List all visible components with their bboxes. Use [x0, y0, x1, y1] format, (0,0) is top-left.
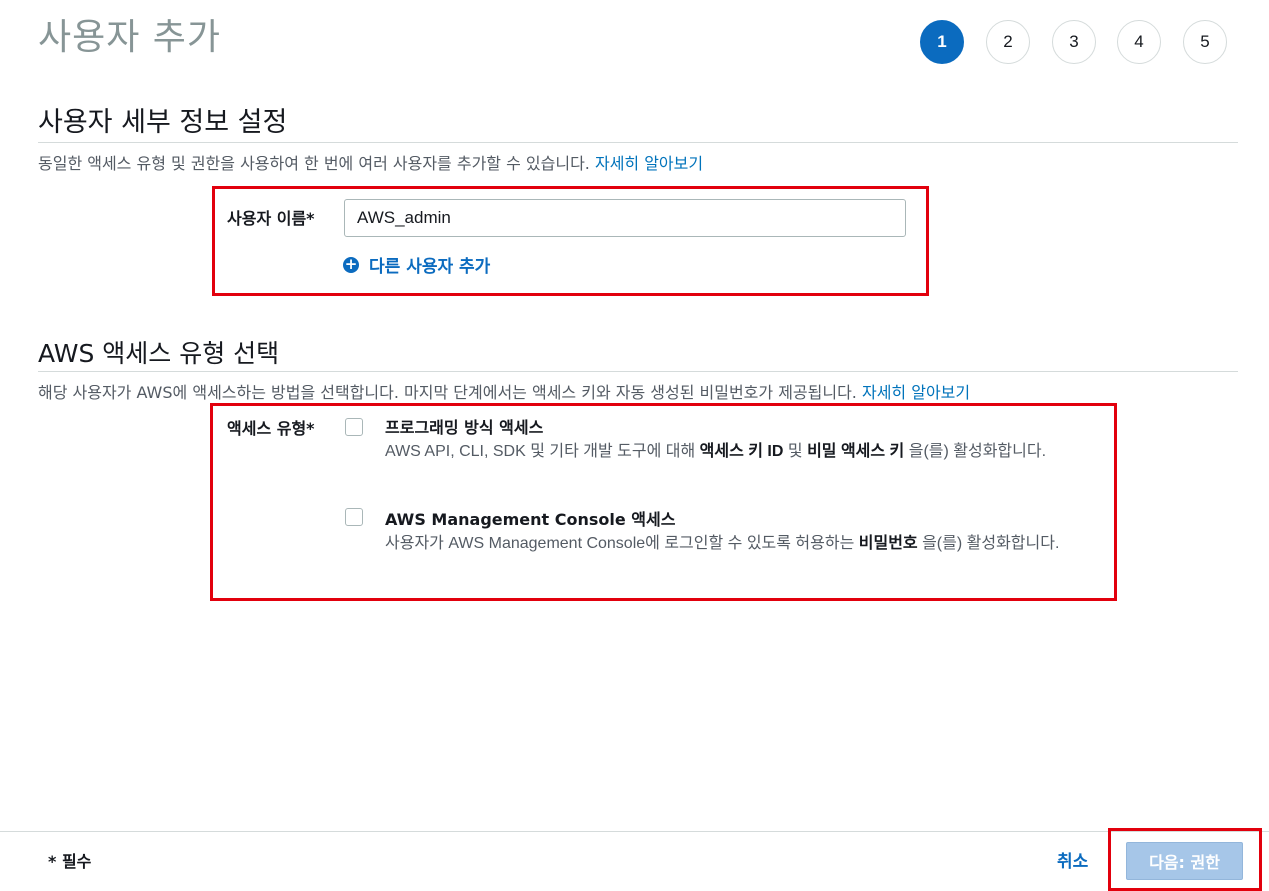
section-divider [38, 371, 1238, 372]
programmatic-access-checkbox[interactable] [345, 418, 363, 436]
add-another-user-label: 다른 사용자 추가 [369, 257, 491, 277]
console-access-description: 사용자가 AWS Management Console에 로그인할 수 있도록 … [385, 535, 1060, 552]
access-type-label: 액세스 유형* [227, 419, 315, 438]
page-title: 사용자 추가 [38, 17, 222, 58]
username-input[interactable] [344, 199, 906, 237]
user-details-heading: 사용자 세부 정보 설정 [38, 107, 288, 138]
learn-more-link[interactable]: 자세히 알아보기 [862, 383, 970, 402]
footer-divider [0, 831, 1269, 832]
user-details-description: 동일한 액세스 유형 및 권한을 사용하여 한 번에 여러 사용자를 추가할 수… [38, 154, 704, 173]
username-label: 사용자 이름* [227, 209, 315, 228]
console-access-checkbox[interactable] [345, 508, 363, 526]
step-1[interactable]: 1 [920, 20, 964, 64]
programmatic-access-description: AWS API, CLI, SDK 및 기타 개발 도구에 대해 액세스 키 I… [385, 443, 1047, 460]
required-note: * 필수 [48, 852, 92, 871]
step-5[interactable]: 5 [1183, 20, 1227, 64]
cancel-button[interactable]: 취소 [1057, 847, 1088, 872]
access-type-heading: AWS 액세스 유형 선택 [38, 339, 280, 368]
step-3[interactable]: 3 [1052, 20, 1096, 64]
console-access-title: AWS Management Console 액세스 [385, 510, 676, 529]
programmatic-access-title: 프로그래밍 방식 액세스 [385, 418, 544, 437]
next-permissions-button[interactable]: 다음: 권한 [1126, 842, 1243, 880]
step-4[interactable]: 4 [1117, 20, 1161, 64]
access-type-description: 해당 사용자가 AWS에 액세스하는 방법을 선택합니다. 마지막 단계에서는 … [38, 383, 971, 402]
plus-circle-icon: + [343, 255, 359, 273]
step-2[interactable]: 2 [986, 20, 1030, 64]
learn-more-link[interactable]: 자세히 알아보기 [595, 154, 703, 173]
add-another-user-link[interactable]: + 다른 사용자 추가 [343, 252, 490, 277]
section-divider [38, 142, 1238, 143]
